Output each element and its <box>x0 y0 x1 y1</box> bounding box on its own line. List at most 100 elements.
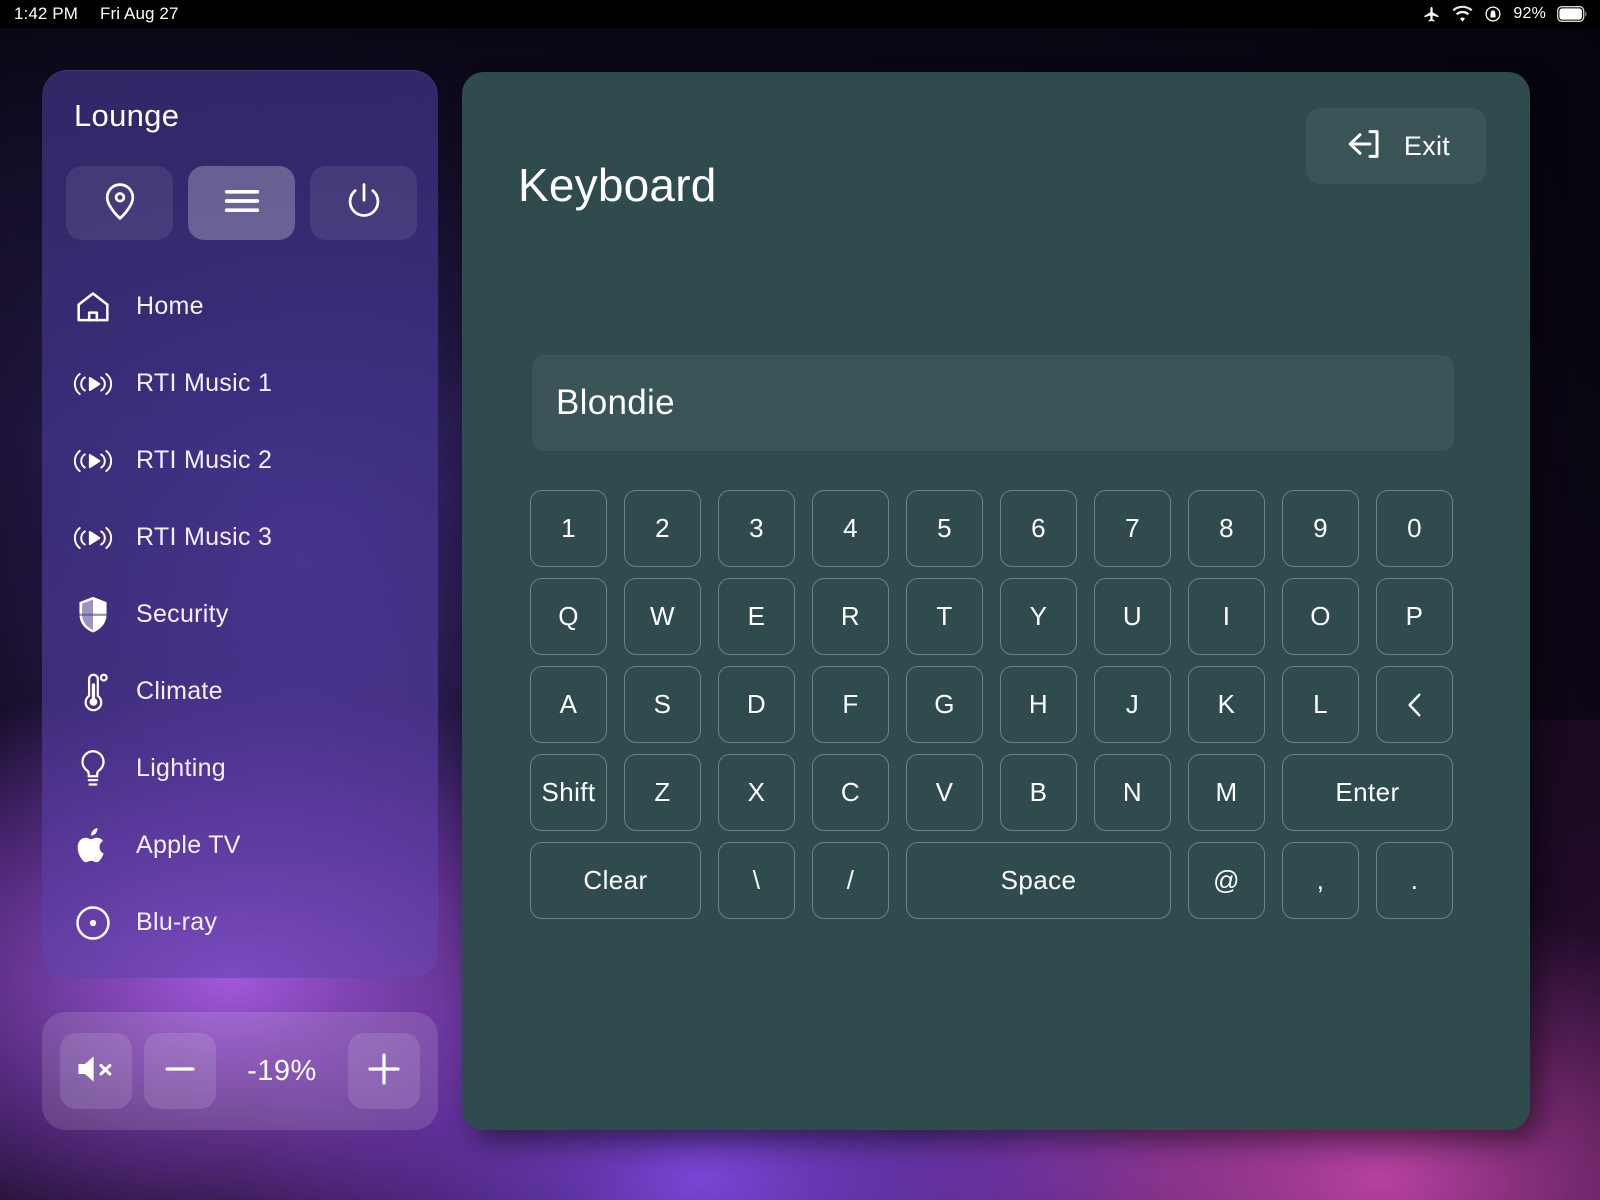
key-c[interactable]: C <box>812 754 889 831</box>
sidebar-item-home[interactable]: Home <box>42 268 438 345</box>
key-9[interactable]: 9 <box>1282 490 1359 567</box>
power-button[interactable] <box>310 166 417 240</box>
key-6[interactable]: 6 <box>1000 490 1077 567</box>
key-z[interactable]: Z <box>624 754 701 831</box>
disc-icon <box>70 903 116 943</box>
key-label: \ <box>752 865 761 895</box>
status-bar-date: Fri Aug 27 <box>100 4 179 23</box>
status-bar-right: 92% <box>1422 5 1600 24</box>
key-q[interactable]: Q <box>530 578 607 655</box>
sidebar-item-label: Home <box>136 292 204 320</box>
key-label: 2 <box>655 513 670 543</box>
sidebar-item-lighting[interactable]: Lighting <box>42 730 438 807</box>
sidebar-item-blu-ray[interactable]: Blu-ray <box>42 884 438 961</box>
key-label: 8 <box>1219 513 1234 543</box>
key-label: J <box>1125 689 1140 719</box>
key-j[interactable]: J <box>1094 666 1171 743</box>
sidebar-item-rti-music-2[interactable]: RTI Music 2 <box>42 422 438 499</box>
key-m[interactable]: M <box>1188 754 1265 831</box>
key-g[interactable]: G <box>906 666 983 743</box>
sidebar-toolbar <box>66 166 417 240</box>
key-1[interactable]: 1 <box>530 490 607 567</box>
sidebar-item-label: Security <box>136 600 229 628</box>
key-label: G <box>934 689 955 719</box>
key-a[interactable]: A <box>530 666 607 743</box>
key-t[interactable]: T <box>906 578 983 655</box>
sidebar-item-rti-music-3[interactable]: RTI Music 3 <box>42 499 438 576</box>
key-slash[interactable]: / <box>812 842 889 919</box>
on-screen-keyboard: 1 2 3 4 5 6 7 8 9 0 Q W E R T Y U I O P A S D F G H J K L Shift Z X C V B N… <box>530 490 1460 930</box>
search-input[interactable]: Blondie <box>532 355 1454 451</box>
key-label: , <box>1316 865 1325 895</box>
key-label: 6 <box>1031 513 1046 543</box>
key-label: 9 <box>1313 513 1328 543</box>
key-4[interactable]: 4 <box>812 490 889 567</box>
volume-down-button[interactable] <box>144 1033 216 1109</box>
sidebar-item-security[interactable]: Security <box>42 576 438 653</box>
wifi-icon <box>1452 5 1473 24</box>
sidebar-item-apple-tv[interactable]: Apple TV <box>42 807 438 884</box>
key-h[interactable]: H <box>1000 666 1077 743</box>
key-5[interactable]: 5 <box>906 490 983 567</box>
sidebar: Lounge Home RTI Music 1 RTI Music 2 RTI … <box>42 70 438 978</box>
key-r[interactable]: R <box>812 578 889 655</box>
key-x[interactable]: X <box>718 754 795 831</box>
key-label: Space <box>1000 865 1077 895</box>
house-icon <box>70 287 116 327</box>
key-enter[interactable]: Enter <box>1282 754 1453 831</box>
key-f[interactable]: F <box>812 666 889 743</box>
sidebar-item-rti-music-1[interactable]: RTI Music 1 <box>42 345 438 422</box>
volume-up-button[interactable] <box>348 1033 420 1109</box>
key-2[interactable]: 2 <box>624 490 701 567</box>
key-o[interactable]: O <box>1282 578 1359 655</box>
key-n[interactable]: N <box>1094 754 1171 831</box>
key-shift[interactable]: Shift <box>530 754 607 831</box>
key-at[interactable]: @ <box>1188 842 1265 919</box>
status-bar: 1:42 PM Fri Aug 27 92% <box>0 0 1600 28</box>
key-label: N <box>1122 777 1143 807</box>
key-i[interactable]: I <box>1188 578 1265 655</box>
key-7[interactable]: 7 <box>1094 490 1171 567</box>
menu-button[interactable] <box>188 166 295 240</box>
key-v[interactable]: V <box>906 754 983 831</box>
key-y[interactable]: Y <box>1000 578 1077 655</box>
key-comma[interactable]: , <box>1282 842 1359 919</box>
power-icon <box>342 179 386 228</box>
sidebar-item-label: Climate <box>136 677 223 705</box>
key-8[interactable]: 8 <box>1188 490 1265 567</box>
minus-icon <box>159 1048 201 1095</box>
rotation-lock-icon <box>1484 5 1502 23</box>
key-label: S <box>653 689 672 719</box>
exit-arrow-icon <box>1342 124 1386 169</box>
audio-stream-icon <box>70 368 116 400</box>
volume-value-label: -19% <box>247 1054 317 1087</box>
key-u[interactable]: U <box>1094 578 1171 655</box>
mute-button[interactable] <box>60 1033 132 1109</box>
search-input-value: Blondie <box>556 383 675 422</box>
location-pin-button[interactable] <box>66 166 173 240</box>
sidebar-item-climate[interactable]: Climate <box>42 653 438 730</box>
key-clear[interactable]: Clear <box>530 842 701 919</box>
key-label: 0 <box>1407 513 1422 543</box>
hamburger-menu-icon <box>219 178 265 229</box>
key-s[interactable]: S <box>624 666 701 743</box>
key-backslash[interactable]: \ <box>718 842 795 919</box>
key-k[interactable]: K <box>1188 666 1265 743</box>
exit-button[interactable]: Exit <box>1306 108 1486 184</box>
keyboard-row: A S DF G H J KL <box>530 666 1460 743</box>
key-label: Enter <box>1335 777 1400 807</box>
key-e[interactable]: E <box>718 578 795 655</box>
key-l[interactable]: L <box>1282 666 1359 743</box>
apple-logo-icon <box>70 825 116 867</box>
key-b[interactable]: B <box>1000 754 1077 831</box>
audio-stream-icon <box>70 522 116 554</box>
key-label: V <box>935 777 954 807</box>
key-w[interactable]: W <box>624 578 701 655</box>
key-p[interactable]: P <box>1376 578 1453 655</box>
key-3[interactable]: 3 <box>718 490 795 567</box>
key-space[interactable]: Space <box>906 842 1171 919</box>
key-d[interactable]: D <box>718 666 795 743</box>
key-period[interactable]: . <box>1376 842 1453 919</box>
key-0[interactable]: 0 <box>1376 490 1453 567</box>
backspace-key[interactable] <box>1376 666 1453 743</box>
